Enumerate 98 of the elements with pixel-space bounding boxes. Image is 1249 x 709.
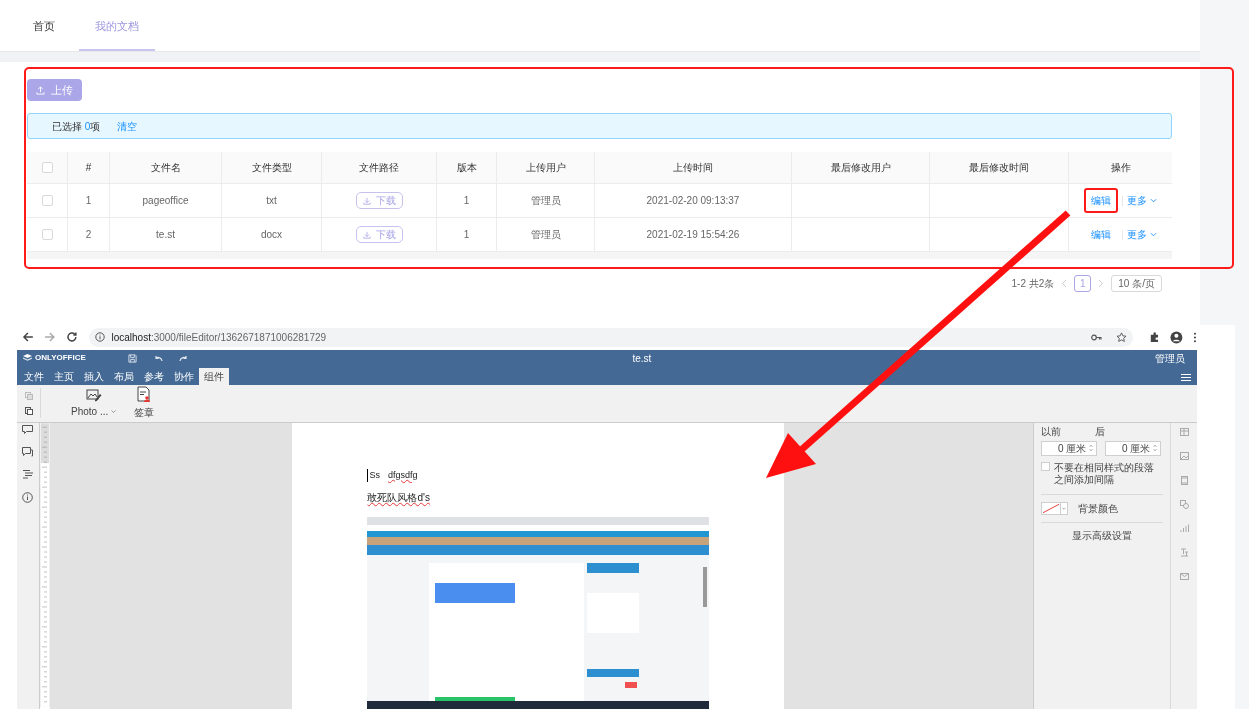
spinner-icon bbox=[1153, 444, 1158, 452]
toolbar-button[interactable]: 签章 bbox=[134, 386, 155, 420]
forward-icon[interactable] bbox=[43, 331, 56, 344]
caret-icon bbox=[111, 409, 117, 413]
checkbox[interactable] bbox=[1041, 461, 1051, 471]
column-header: 最后修改时间 bbox=[969, 161, 1029, 175]
spin-field[interactable]: 0 厘米 bbox=[1041, 440, 1098, 456]
table-cell-text: 管理员 bbox=[530, 194, 561, 208]
navigation-icon[interactable] bbox=[22, 469, 33, 479]
menu-icon[interactable] bbox=[1193, 331, 1197, 343]
table-icon[interactable] bbox=[1179, 427, 1189, 437]
star-icon[interactable] bbox=[1116, 331, 1128, 343]
document-text: Ss bbox=[367, 468, 380, 482]
ribbon-tab[interactable]: 参考 bbox=[139, 367, 169, 385]
header-footer-icon[interactable] bbox=[1179, 475, 1189, 485]
chevron-down-icon bbox=[1150, 232, 1157, 237]
column-header: 文件名 bbox=[150, 161, 181, 175]
table-cell-text: 1 bbox=[85, 194, 92, 208]
table-cell-text: docx bbox=[260, 228, 283, 242]
menu-icon[interactable] bbox=[1181, 373, 1191, 381]
table-cell-text: 2021-02-19 15:54:26 bbox=[646, 228, 740, 242]
column-header: 文件类型 bbox=[251, 161, 292, 175]
field-label: 以前 bbox=[1041, 424, 1062, 439]
image-edit-icon bbox=[85, 387, 102, 402]
row-checkbox[interactable] bbox=[41, 229, 53, 240]
info-icon bbox=[95, 332, 106, 343]
app-logo: ONLYOFFICE bbox=[23, 352, 86, 364]
column-header: 版本 bbox=[456, 161, 477, 175]
info-icon[interactable] bbox=[22, 491, 34, 503]
column-header: 上传用户 bbox=[525, 161, 566, 175]
key-icon[interactable] bbox=[1091, 333, 1103, 341]
table-cell-text: 1 bbox=[463, 228, 470, 242]
color-picker[interactable] bbox=[1041, 501, 1069, 515]
ribbon-tab[interactable]: 文件 bbox=[19, 367, 49, 385]
save-icon[interactable] bbox=[127, 353, 137, 363]
ribbon-tab[interactable]: 主页 bbox=[49, 367, 79, 385]
table-cell-text: 管理员 bbox=[530, 228, 561, 242]
signature-icon bbox=[137, 386, 152, 403]
text-art-icon[interactable] bbox=[1179, 547, 1189, 557]
paste-icon[interactable] bbox=[24, 406, 33, 415]
back-icon[interactable] bbox=[22, 331, 34, 344]
field-label: 背景颜色 bbox=[1078, 501, 1119, 516]
ribbon-tab[interactable]: 组件 bbox=[199, 367, 229, 385]
column-header: 上传时间 bbox=[673, 161, 713, 175]
column-header: 操作 bbox=[1110, 161, 1131, 175]
chevron-down-icon bbox=[1150, 198, 1157, 203]
reload-icon[interactable] bbox=[65, 331, 78, 344]
image-icon[interactable] bbox=[1179, 451, 1189, 461]
download-icon bbox=[362, 196, 371, 205]
ribbon-tab[interactable]: 布局 bbox=[109, 367, 139, 385]
document-text: dfgsdfg bbox=[388, 468, 418, 482]
ribbon-tab[interactable]: 插入 bbox=[79, 367, 109, 385]
undo-icon[interactable] bbox=[152, 354, 163, 362]
nav-tab[interactable]: 首页 bbox=[17, 3, 71, 51]
table-cell-text: 2021-02-20 09:13:37 bbox=[646, 194, 740, 208]
select-all-checkbox[interactable] bbox=[41, 162, 53, 173]
checkbox-label: 不要在相同样式的段落之间添加间隔 bbox=[1054, 461, 1156, 486]
more-dropdown[interactable]: 更多 bbox=[1127, 227, 1157, 242]
mail-merge-icon[interactable] bbox=[1179, 571, 1189, 581]
column-header: # bbox=[85, 161, 92, 175]
comment-icon[interactable] bbox=[22, 424, 34, 434]
ribbon-tab[interactable]: 协作 bbox=[169, 367, 199, 385]
shape-icon[interactable] bbox=[1179, 499, 1189, 509]
clear-link[interactable]: 清空 bbox=[117, 118, 138, 134]
pagination-total: 1-2 共2条 bbox=[1011, 277, 1055, 291]
chart-icon[interactable] bbox=[1179, 523, 1189, 533]
page-size-select[interactable]: 10 条/页 bbox=[1111, 275, 1162, 292]
toolbar-button[interactable]: Photo ... bbox=[71, 387, 117, 419]
chat-icon[interactable] bbox=[22, 446, 34, 457]
user-name: 管理员 bbox=[1155, 351, 1185, 366]
edit-link[interactable]: 编辑 bbox=[1084, 188, 1118, 213]
spin-field[interactable]: 0 厘米 bbox=[1105, 440, 1162, 456]
redo-icon[interactable] bbox=[178, 354, 189, 362]
edit-link[interactable]: 编辑 bbox=[1084, 222, 1118, 247]
column-header: 最后修改用户 bbox=[830, 161, 891, 175]
url-text: localhost:3000/fileEditor/1362671871006281729 bbox=[111, 330, 327, 345]
upload-icon bbox=[36, 85, 45, 95]
document-title: te.st bbox=[632, 351, 652, 366]
advanced-settings-link[interactable]: 显示高级设置 bbox=[1072, 527, 1133, 543]
table-cell-text: te.st bbox=[156, 228, 175, 242]
document-text: 敢死队风格d's bbox=[367, 491, 430, 505]
column-header: 文件路径 bbox=[359, 161, 399, 175]
row-checkbox[interactable] bbox=[41, 195, 53, 206]
field-label: 后 bbox=[1095, 424, 1106, 439]
profile-icon[interactable] bbox=[1170, 330, 1184, 344]
spinner-icon bbox=[1089, 444, 1094, 452]
copy-icon[interactable] bbox=[24, 391, 33, 400]
table-cell-text: pageoffice bbox=[142, 194, 189, 208]
no-color-icon bbox=[1042, 502, 1061, 514]
table-cell-text: 1 bbox=[463, 194, 470, 208]
table-cell-text: txt bbox=[266, 194, 277, 208]
table-cell-text: 2 bbox=[85, 228, 92, 242]
address-bar[interactable]: localhost:3000/fileEditor/1362671871006281729 bbox=[89, 327, 1134, 347]
selection-count-text: 已选择 0项 bbox=[52, 119, 101, 134]
more-dropdown[interactable]: 更多 bbox=[1127, 193, 1157, 208]
download-icon bbox=[362, 230, 371, 239]
extensions-icon[interactable] bbox=[1149, 331, 1161, 343]
layers-icon bbox=[23, 354, 32, 362]
